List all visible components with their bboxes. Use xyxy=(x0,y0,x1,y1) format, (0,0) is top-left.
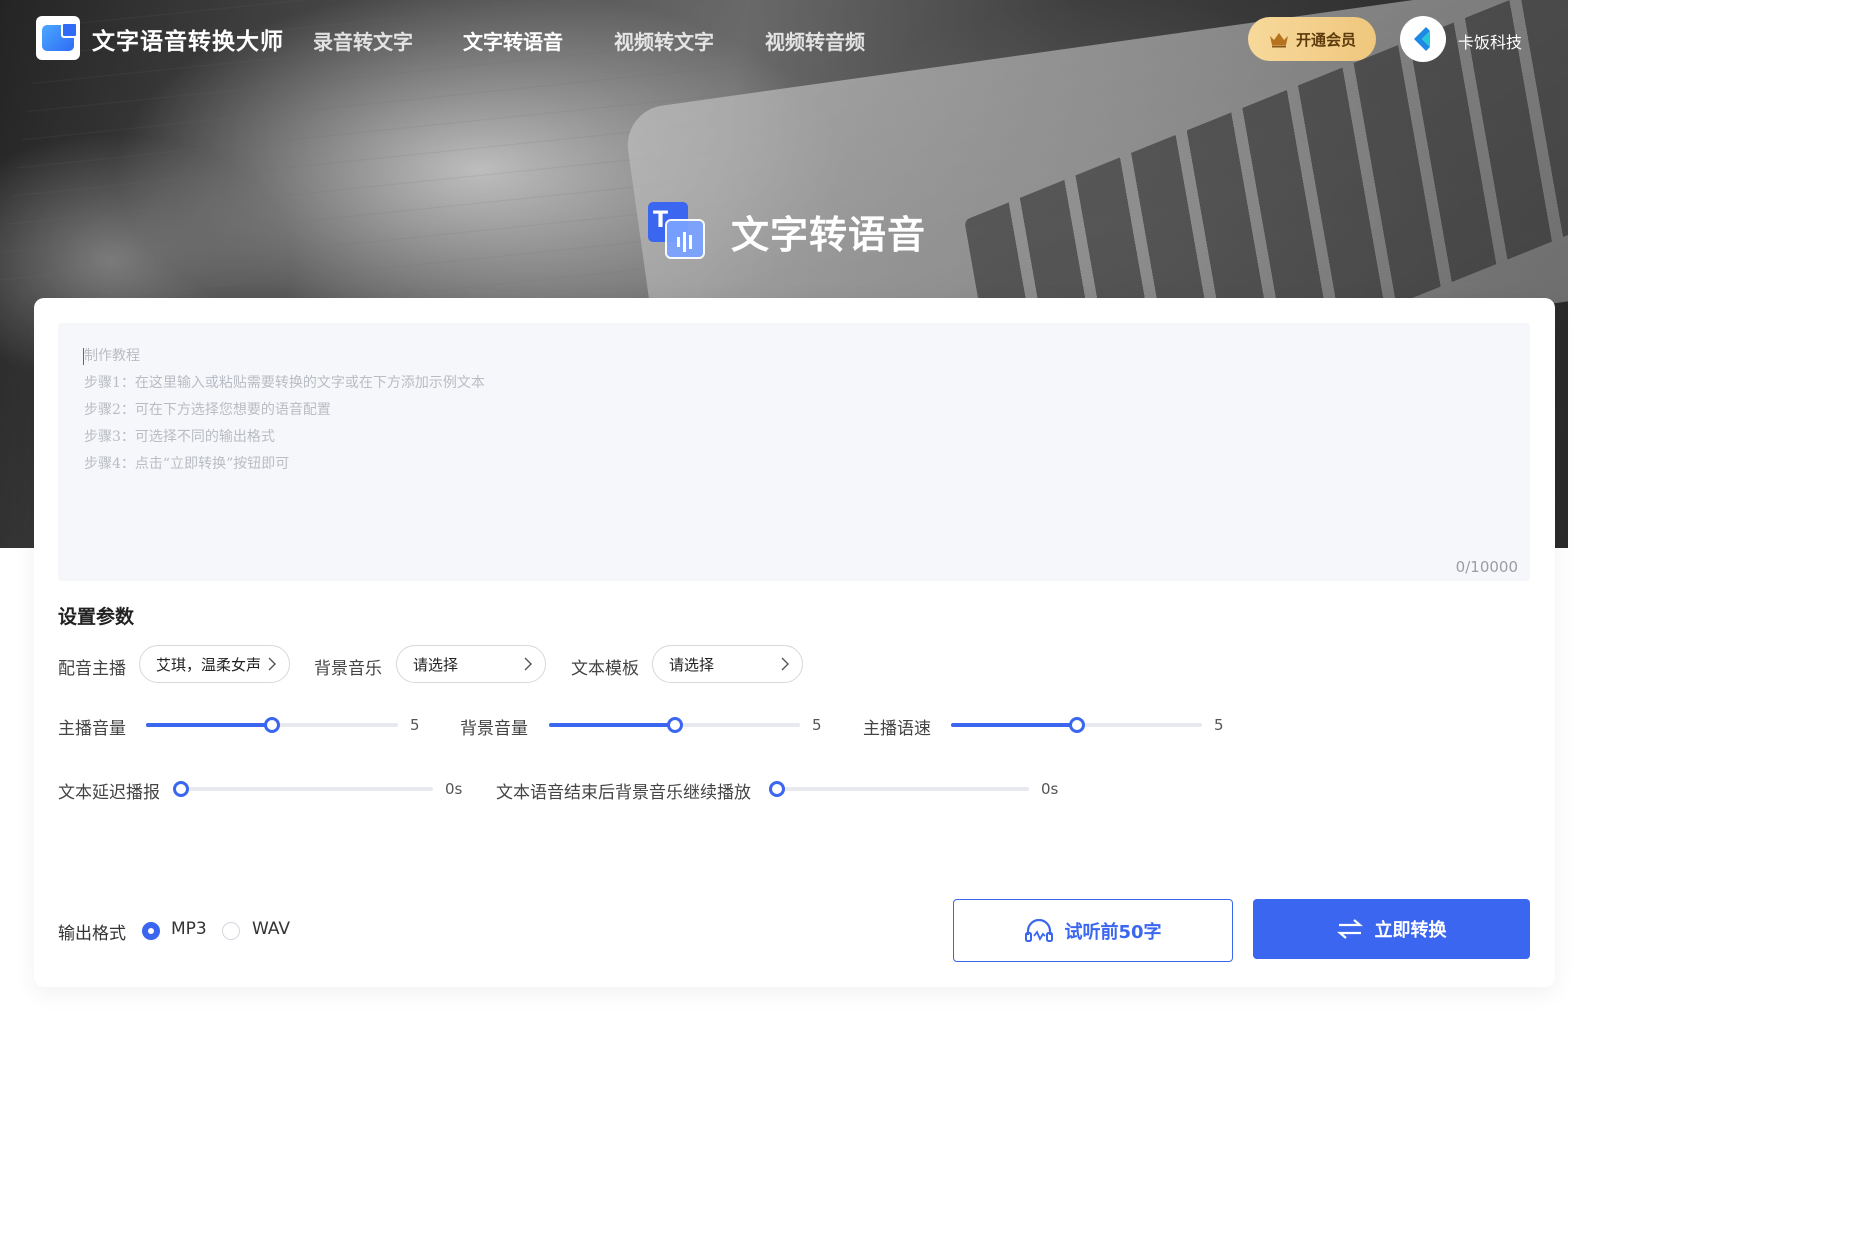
template-select-value: 请选择 xyxy=(669,655,715,674)
bgm-after-label: 文本语音结束后背景音乐继续播放 xyxy=(496,783,751,803)
radio-mp3-label[interactable]: MP3 xyxy=(171,919,207,939)
brand-logo-icon xyxy=(1414,27,1430,51)
crown-icon xyxy=(1269,33,1288,48)
bgm-after-slider[interactable] xyxy=(769,779,1029,799)
swap-arrows-icon xyxy=(1336,919,1363,939)
speed-label: 主播语速 xyxy=(863,719,931,739)
slider-knob[interactable] xyxy=(173,781,189,797)
settings-title: 设置参数 xyxy=(58,606,135,628)
convert-button[interactable]: 立即转换 xyxy=(1253,899,1530,959)
anchor-volume-label: 主播音量 xyxy=(58,719,126,739)
slider-knob[interactable] xyxy=(667,717,683,733)
nav-item-text-to-speech[interactable]: 文字转语音 xyxy=(463,26,563,55)
preview-label: 试听前50字 xyxy=(1064,921,1162,943)
template-select[interactable]: 请选择 xyxy=(652,645,803,683)
voice-select[interactable]: 艾琪，温柔女声 xyxy=(139,645,290,683)
page-title: 文字转语音 xyxy=(731,213,927,257)
vip-label: 开通会员 xyxy=(1295,30,1356,49)
bgm-after-value: 0s xyxy=(1041,780,1059,798)
voice-select-value: 艾琪，温柔女声 xyxy=(156,655,262,674)
vip-button[interactable]: 开通会员 xyxy=(1248,17,1376,61)
chevron-right-icon xyxy=(781,657,789,671)
voice-label: 配音主播 xyxy=(58,659,126,679)
convert-label: 立即转换 xyxy=(1374,920,1447,941)
speed-value: 5 xyxy=(1214,716,1224,734)
anchor-volume-slider[interactable] xyxy=(146,715,398,735)
top-nav: 文字语音转换大师 录音转文字 文字转语音 视频转文字 视频转音频 开通会员 卡饭… xyxy=(0,0,1568,78)
output-format-label: 输出格式 xyxy=(58,924,126,944)
bgm-label: 背景音乐 xyxy=(314,659,382,679)
radio-mp3[interactable] xyxy=(142,922,160,940)
delay-label: 文本延迟播报 xyxy=(58,783,160,803)
delay-value: 0s xyxy=(445,780,463,798)
radio-wav-label[interactable]: WAV xyxy=(252,919,290,939)
text-input-area[interactable]: 制作教程 步骤1：在这里输入或粘贴需要转换的文字或在下方添加示例文本 步骤2：可… xyxy=(58,323,1530,581)
user-name[interactable]: 卡饭科技 xyxy=(1458,29,1522,53)
slider-knob[interactable] xyxy=(264,717,280,733)
bgm-volume-label: 背景音量 xyxy=(460,719,528,739)
chevron-right-icon xyxy=(268,657,276,671)
template-label: 文本模板 xyxy=(571,659,639,679)
logo-icon xyxy=(42,22,78,51)
anchor-volume-value: 5 xyxy=(410,716,420,734)
slider-knob[interactable] xyxy=(769,781,785,797)
text-to-speech-icon: T xyxy=(648,202,705,259)
delay-slider[interactable] xyxy=(173,779,433,799)
avatar[interactable] xyxy=(1400,16,1446,62)
preview-button[interactable]: 试听前50字 xyxy=(953,899,1233,962)
input-placeholder: 制作教程 步骤1：在这里输入或粘贴需要转换的文字或在下方添加示例文本 步骤2：可… xyxy=(84,348,485,472)
nav-item-video-to-text[interactable]: 视频转文字 xyxy=(614,26,714,55)
nav-item-recording-to-text[interactable]: 录音转文字 xyxy=(313,26,413,55)
bgm-volume-value: 5 xyxy=(812,716,822,734)
app-title[interactable]: 文字语音转换大师 xyxy=(92,22,284,56)
chevron-right-icon xyxy=(524,657,532,671)
app-logo[interactable] xyxy=(36,16,80,60)
speed-slider[interactable] xyxy=(951,715,1202,735)
bgm-volume-slider[interactable] xyxy=(549,715,800,735)
char-counter: 0/10000 xyxy=(1455,558,1518,576)
bgm-select-value: 请选择 xyxy=(413,655,459,674)
nav-item-video-to-audio[interactable]: 视频转音频 xyxy=(765,26,865,55)
radio-wav[interactable] xyxy=(222,922,240,940)
slider-knob[interactable] xyxy=(1069,717,1085,733)
bgm-select[interactable]: 请选择 xyxy=(396,645,546,683)
main-card: 制作教程 步骤1：在这里输入或粘贴需要转换的文字或在下方添加示例文本 步骤2：可… xyxy=(34,298,1555,987)
headphones-icon xyxy=(1025,918,1054,942)
